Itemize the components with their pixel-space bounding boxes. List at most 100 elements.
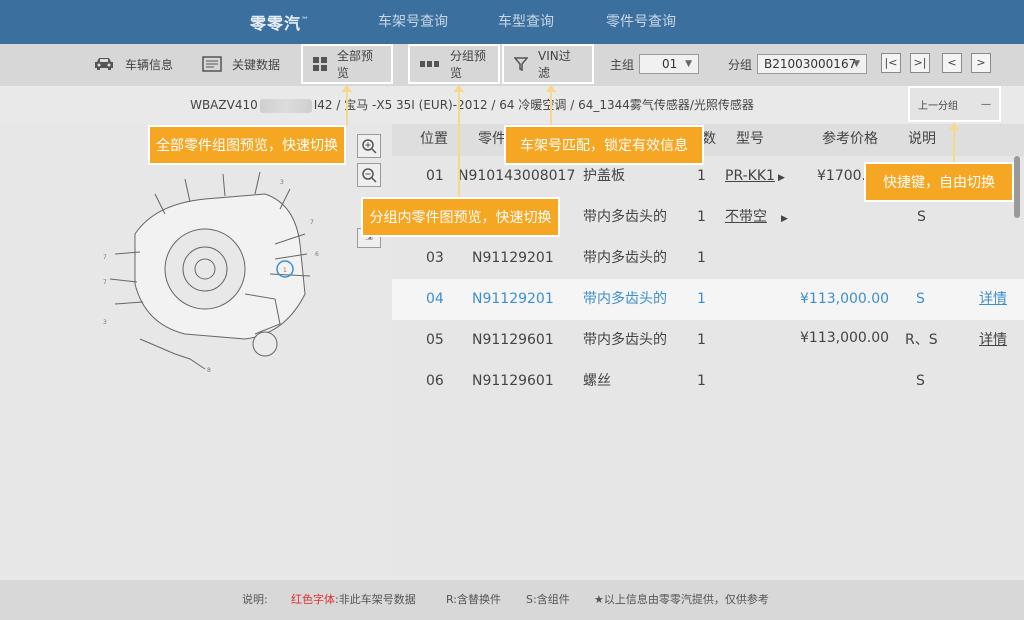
zoom-in-icon	[362, 139, 377, 154]
strip-icon	[420, 60, 440, 68]
all-preview-button[interactable]: 全部预览	[301, 44, 393, 84]
prev-group-button[interactable]: <	[942, 53, 962, 73]
table-header: 位置 零件 数 型号 参考价格 说明	[392, 124, 1024, 156]
header-part: 零件	[478, 131, 506, 147]
cell-part-name: 带内多齿头的	[583, 332, 667, 348]
arrow-up-icon	[454, 84, 464, 92]
chevron-left-icon: <	[947, 56, 957, 69]
svg-text:1: 1	[283, 267, 287, 274]
legend-assembly: S:含组件	[526, 593, 570, 606]
key-data-label: 关键数据	[232, 57, 281, 72]
header-price: 参考价格	[822, 131, 878, 147]
red-font-desc: :非此车架号数据	[335, 593, 416, 606]
parts-diagram[interactable]: 7 7 3 3 7 6 1 8	[95, 164, 395, 379]
vehicle-info-label: 车辆信息	[125, 57, 174, 72]
next-group-button[interactable]: >	[971, 53, 991, 73]
cell-qty: 1	[697, 209, 706, 225]
red-font-text: 红色字体	[291, 593, 335, 606]
nav-model-search[interactable]: 车型查询	[498, 0, 554, 44]
zoom-in-button[interactable]	[357, 134, 381, 158]
prev-group-shortcut-button[interactable]: 上一分组 —	[908, 86, 1001, 122]
chevron-right-icon: >	[976, 56, 986, 69]
detail-link[interactable]: 详情	[979, 320, 1007, 361]
cell-note: S	[916, 291, 925, 307]
cell-position: 03	[426, 250, 444, 266]
cell-price: ¥113,000.00	[800, 291, 890, 307]
cell-position: 04	[426, 291, 444, 307]
nav-vin-search[interactable]: 车架号查询	[378, 0, 448, 44]
chevron-down-icon: ▼	[853, 59, 860, 69]
table-row[interactable]: 05 N91129601 带内多齿头的 1 ¥113,000.00 R、S 详情	[392, 320, 1024, 361]
nav-part-search[interactable]: 零件号查询	[606, 0, 676, 44]
callout-arrow	[458, 88, 460, 198]
cell-position: 06	[426, 373, 444, 389]
caret-right-icon: ▶	[777, 173, 785, 183]
top-bar: 零零汽™ 车架号查询 车型查询 零件号查询	[0, 0, 1024, 44]
model-dropdown[interactable]: PR-KK1 ▶	[725, 156, 785, 197]
table-row-selected[interactable]: 04 N91129201 带内多齿头的 1 ¥113,000.00 S 详情	[392, 279, 1024, 320]
cell-part-name: 螺丝	[583, 373, 611, 389]
cell-note: S	[917, 209, 926, 225]
svg-text:7: 7	[103, 279, 107, 286]
callout-group-preview: 分组内零件图预览，快速切换	[361, 197, 560, 237]
cell-model: PR-KK1	[725, 168, 775, 184]
table-row[interactable]: 06 N91129601 螺丝 1 S	[392, 361, 1024, 402]
svg-text:3: 3	[280, 179, 284, 186]
model-dropdown[interactable]: 不带空 ▶	[725, 197, 788, 238]
masked-vin	[259, 98, 312, 113]
header-position: 位置	[420, 131, 448, 147]
cell-part-number: N91129201	[472, 250, 554, 266]
breadcrumb-vin-end: I42	[313, 98, 333, 112]
main-group-select[interactable]: 01 ▼	[639, 54, 699, 74]
last-icon: >|	[913, 56, 927, 69]
cell-price: ¥113,000.00	[800, 330, 890, 346]
filter-icon	[514, 57, 528, 71]
first-icon: |<	[884, 56, 898, 69]
group-preview-label: 分组预览	[450, 49, 487, 80]
vehicle-info-button[interactable]: 车辆信息	[93, 44, 173, 84]
diagram-panel: ⇲ 773 376 18	[0, 124, 392, 576]
cell-position: 05	[426, 332, 444, 348]
table-scrollbar[interactable]	[1014, 156, 1020, 218]
cell-qty: 1	[697, 291, 706, 307]
group-preview-button[interactable]: 分组预览	[408, 44, 500, 84]
cell-qty: 1	[697, 373, 706, 389]
cell-note: S	[916, 373, 925, 389]
breadcrumb-group[interactable]: 64 冷暖空调	[499, 98, 566, 112]
header-model: 型号	[736, 131, 764, 147]
callout-arrow	[550, 88, 552, 126]
grid-icon	[313, 57, 327, 71]
document-icon	[202, 56, 222, 72]
svg-text:8: 8	[207, 367, 211, 374]
footer-legend: 说明: 红色字体:非此车架号数据 R:含替换件 S:含组件 ★以上信息由零零汽提…	[0, 580, 1024, 620]
detail-link[interactable]: 详情	[979, 279, 1007, 320]
sub-group-select[interactable]: B21003000167 ▼	[757, 54, 867, 74]
arrow-up-icon	[342, 84, 352, 92]
key-data-button[interactable]: 关键数据	[202, 44, 280, 84]
cell-qty: 1	[697, 250, 706, 266]
cell-qty: 1	[697, 332, 706, 348]
arrow-up-icon	[546, 84, 556, 92]
cell-position: 01	[426, 168, 444, 184]
cell-part-number: N91129601	[472, 373, 554, 389]
callout-arrow	[953, 126, 955, 162]
first-group-button[interactable]: |<	[881, 53, 901, 73]
cell-note: R、S	[905, 332, 938, 348]
vin-filter-button[interactable]: VIN过滤	[502, 44, 594, 84]
table-row[interactable]: 03 N91129201 带内多齿头的 1	[392, 238, 1024, 279]
svg-text:6: 6	[315, 251, 319, 258]
header-note: 说明	[908, 131, 936, 147]
last-group-button[interactable]: >|	[910, 53, 930, 73]
breadcrumb-vin: WBAZV410	[190, 98, 258, 112]
main-group-value: 01	[662, 57, 678, 71]
callout-all-preview: 全部零件组图预览，快速切换	[148, 125, 346, 165]
cell-model: 不带空	[725, 209, 767, 225]
cell-part-name: 带内多齿头的	[583, 291, 667, 307]
svg-text:7: 7	[310, 219, 314, 226]
svg-text:7: 7	[103, 254, 107, 261]
logo[interactable]: 零零汽™	[250, 10, 310, 34]
sub-group-label: 分组	[728, 57, 753, 72]
cell-part-number: N91129201	[472, 291, 554, 307]
breadcrumb-model[interactable]: 宝马 -X5 35I (EUR)-2012	[344, 98, 487, 112]
callout-shortcut: 快捷键，自由切换	[864, 162, 1014, 202]
